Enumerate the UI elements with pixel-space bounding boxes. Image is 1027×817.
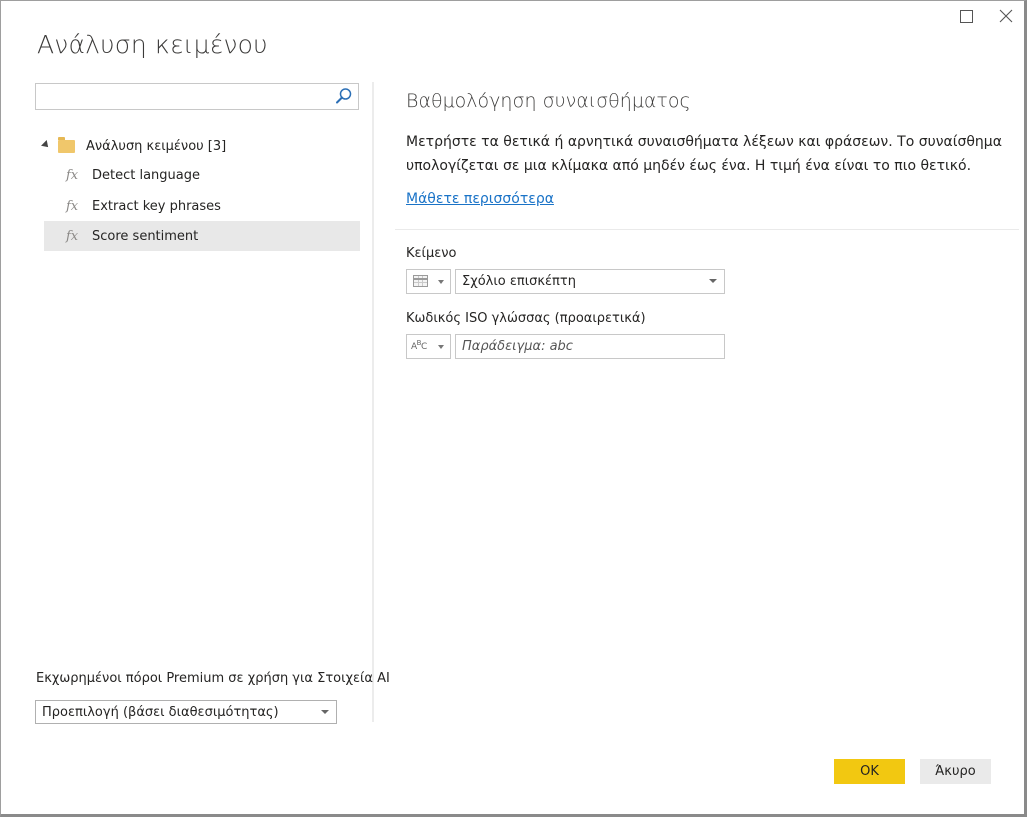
dialog-frame xyxy=(0,0,1027,817)
search-input[interactable] xyxy=(36,84,338,108)
tree-item-label: Extract key phrases xyxy=(92,198,221,214)
panel-divider xyxy=(372,82,374,722)
maximize-icon[interactable] xyxy=(958,8,976,26)
learn-more-link[interactable]: Μάθετε περισσότερα xyxy=(406,191,554,207)
tree-group-label: Ανάλυση κειμένου [3] xyxy=(86,138,227,154)
tree-item-detect-language[interactable]: fx Detect language xyxy=(44,160,360,190)
section-divider xyxy=(395,229,1019,230)
language-field-type-button[interactable]: ABC xyxy=(406,334,451,359)
premium-capacity-select[interactable]: Προεπιλογή (βάσει διαθεσιμότητας) xyxy=(35,700,337,724)
function-icon: fx xyxy=(66,228,79,244)
tree-item-score-sentiment[interactable]: fx Score sentiment xyxy=(44,221,360,251)
text-type-icon: ABC xyxy=(411,339,427,352)
text-column-select[interactable]: Σχόλιο επισκέπτη xyxy=(455,269,725,294)
chevron-down-icon xyxy=(321,710,329,714)
chevron-down-icon xyxy=(438,280,444,284)
text-field-type-button[interactable] xyxy=(406,269,451,294)
search-icon[interactable] xyxy=(335,87,353,109)
tree-group-text-analytics[interactable]: Ανάλυση κειμένου [3] xyxy=(41,136,227,156)
chevron-down-icon xyxy=(438,345,444,349)
folder-icon xyxy=(58,136,75,153)
function-icon: fx xyxy=(66,167,79,183)
tree-item-label: Detect language xyxy=(92,167,201,183)
ok-button[interactable]: OK xyxy=(834,759,905,784)
chevron-down-icon xyxy=(709,279,717,283)
search-box[interactable] xyxy=(35,83,359,110)
premium-capacity-value: Προεπιλογή (βάσει διαθεσιμότητας) xyxy=(42,705,279,720)
text-field-label: Κείμενο xyxy=(406,246,457,261)
function-icon: fx xyxy=(66,198,79,214)
table-column-icon xyxy=(413,275,428,287)
premium-capacity-label: Εκχωρημένοι πόροι Premium σε χρήση για Σ… xyxy=(36,671,390,686)
cancel-button[interactable]: Άκυρο xyxy=(920,759,991,784)
function-title: Βαθμολόγηση συναισθήματος xyxy=(406,90,691,112)
collapse-caret-icon[interactable] xyxy=(41,140,51,150)
dialog-title: Ανάλυση κειμένου xyxy=(37,30,268,59)
text-column-value: Σχόλιο επισκέπτη xyxy=(462,274,576,289)
tree-item-label: Score sentiment xyxy=(92,228,199,244)
language-iso-label: Κωδικός ISO γλώσσας (προαιρετικά) xyxy=(406,311,646,326)
close-icon[interactable] xyxy=(998,8,1016,26)
function-description: Μετρήστε τα θετικά ή αρνητικά συναισθήμα… xyxy=(406,134,1002,174)
tree-item-extract-key-phrases[interactable]: fx Extract key phrases xyxy=(44,191,360,221)
language-iso-field[interactable] xyxy=(455,334,725,359)
language-iso-input[interactable] xyxy=(462,339,712,354)
